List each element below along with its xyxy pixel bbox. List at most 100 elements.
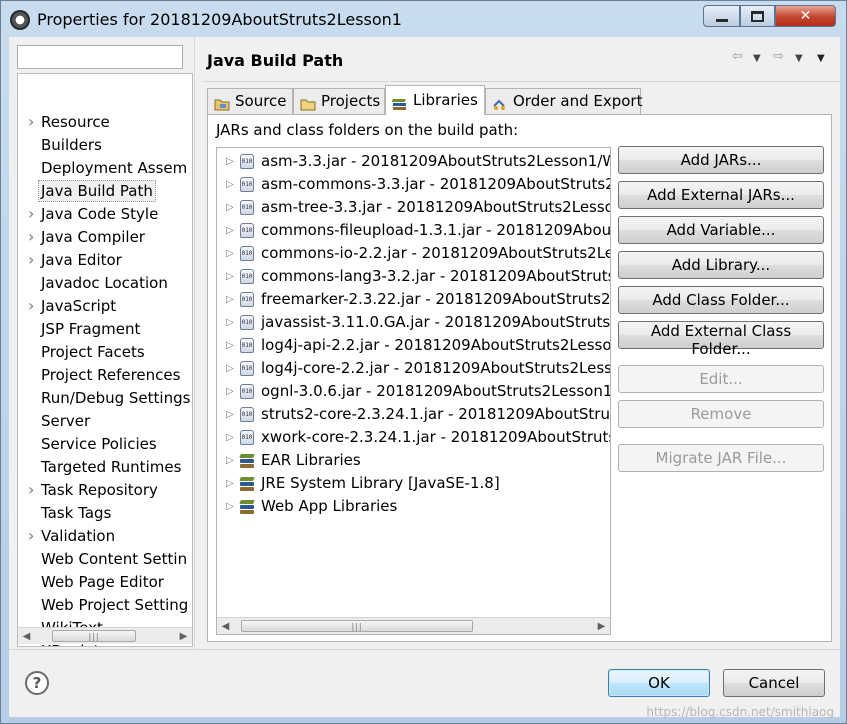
close-button[interactable]: ✕ bbox=[775, 5, 836, 27]
forward-arrow-icon[interactable]: ⇨ bbox=[773, 49, 784, 67]
nav-item[interactable]: › Task Repository bbox=[18, 479, 192, 501]
nav-item[interactable]: Java Build Path bbox=[18, 180, 192, 202]
expand-arrow-icon[interactable]: ▷ bbox=[226, 495, 234, 518]
library-entry[interactable]: ▷ Web App Libraries bbox=[217, 495, 610, 518]
nav-item[interactable]: Run/Debug Settings bbox=[18, 387, 192, 409]
nav-item[interactable]: Project Facets bbox=[18, 341, 192, 363]
tab-libraries[interactable]: Libraries bbox=[385, 85, 485, 115]
property-page-tree[interactable]: › Resource Builders Deployment Assem Java Bu… bbox=[17, 73, 193, 647]
scroll-right-icon[interactable]: ▶ bbox=[175, 628, 192, 644]
expand-arrow-icon[interactable]: ▷ bbox=[226, 426, 234, 449]
expand-arrow-icon[interactable]: ▷ bbox=[226, 334, 234, 357]
scroll-thumb[interactable]: ||| bbox=[52, 630, 136, 642]
scroll-left-icon[interactable]: ◀ bbox=[18, 628, 35, 644]
nav-item[interactable]: Web Content Settin bbox=[18, 548, 192, 570]
nav-item[interactable]: Web Page Editor bbox=[18, 571, 192, 593]
title-bar[interactable]: Properties for 20181209AboutStruts2Lesso… bbox=[1, 1, 846, 37]
nav-item[interactable]: Project References bbox=[18, 364, 192, 386]
expand-arrow-icon[interactable]: ▷ bbox=[226, 288, 234, 311]
nav-item[interactable]: › Java Compiler bbox=[18, 226, 192, 248]
back-menu-chevron-icon[interactable]: ▼ bbox=[753, 53, 761, 71]
expand-arrow-icon[interactable]: › bbox=[28, 111, 38, 133]
add-jars-button[interactable]: Add JARs... bbox=[618, 146, 824, 174]
expand-arrow-icon[interactable]: ▷ bbox=[226, 265, 234, 288]
back-arrow-icon[interactable]: ⇦ bbox=[732, 49, 743, 67]
expand-arrow-icon[interactable]: › bbox=[28, 249, 38, 271]
maximize-button[interactable] bbox=[740, 5, 775, 27]
jar-entry[interactable]: ▷ 010 asm-3.3.jar - 20181209AboutStruts2Le… bbox=[217, 150, 610, 173]
expand-arrow-icon[interactable]: › bbox=[28, 525, 38, 547]
nav-item[interactable]: Builders bbox=[18, 134, 192, 156]
expand-arrow-icon[interactable]: ▷ bbox=[226, 380, 234, 403]
nav-tree-hscrollbar[interactable]: ◀ ||| ▶ bbox=[18, 627, 192, 644]
nav-item[interactable]: › JavaScript bbox=[18, 295, 192, 317]
nav-item[interactable]: Server bbox=[18, 410, 192, 432]
jar-entry[interactable]: ▷ 010 log4j-core-2.2.jar - 20181209AboutSt… bbox=[217, 357, 610, 380]
filter-input[interactable] bbox=[17, 45, 183, 69]
jar-entry[interactable]: ▷ 010 ognl-3.0.6.jar - 20181209AboutStruts… bbox=[217, 380, 610, 403]
jar-entry[interactable]: ▷ 010 commons-io-2.2.jar - 20181209AboutSt… bbox=[217, 242, 610, 265]
libraries-hscrollbar[interactable]: ◀ ||| ▶ bbox=[217, 617, 610, 634]
libraries-tree[interactable]: ▷ 010 asm-3.3.jar - 20181209AboutStruts2Le… bbox=[216, 147, 611, 635]
forward-menu-chevron-icon[interactable]: ▼ bbox=[795, 53, 803, 71]
expand-arrow-icon[interactable]: ▷ bbox=[226, 403, 234, 426]
expand-arrow-icon[interactable]: › bbox=[28, 295, 38, 317]
cancel-button[interactable]: Cancel bbox=[723, 669, 825, 697]
nav-item[interactable]: Task Tags bbox=[18, 502, 192, 524]
nav-item[interactable]: Deployment Assem bbox=[18, 157, 192, 179]
jar-entry[interactable]: ▷ 010 asm-commons-3.3.jar - 20181209AboutS… bbox=[217, 173, 610, 196]
jar-glyph: 010 bbox=[240, 292, 254, 307]
expand-arrow-icon[interactable]: › bbox=[28, 226, 38, 248]
expand-arrow-icon[interactable]: ▷ bbox=[226, 242, 234, 265]
expand-arrow-icon[interactable]: ▷ bbox=[226, 150, 234, 173]
ok-button[interactable]: OK bbox=[608, 669, 710, 697]
expand-arrow-icon[interactable]: › bbox=[28, 479, 38, 501]
add-external-class-folder-button[interactable]: Add External Class Folder... bbox=[618, 321, 824, 358]
library-entry[interactable]: ▷ EAR Libraries bbox=[217, 449, 610, 472]
nav-item[interactable]: › Java Code Style bbox=[18, 203, 192, 225]
minimize-button[interactable] bbox=[703, 5, 740, 27]
jar-entry[interactable]: ▷ 010 xwork-core-2.3.24.1.jar - 20181209Ab… bbox=[217, 426, 610, 449]
expand-arrow-icon[interactable]: ▷ bbox=[226, 196, 234, 219]
add-external-jars-button[interactable]: Add External JARs... bbox=[618, 181, 824, 209]
nav-item[interactable]: Javadoc Location bbox=[18, 272, 192, 294]
add-variable-button[interactable]: Add Variable... bbox=[618, 216, 824, 244]
tab-source[interactable]: Source bbox=[207, 88, 293, 114]
tab-projects[interactable]: Projects bbox=[293, 88, 385, 114]
jar-entry[interactable]: ▷ 010 freemarker-2.3.22.jar - 20181209Abou… bbox=[217, 288, 611, 311]
library-label: freemarker-2.3.22.jar - 20181209AboutStr… bbox=[261, 290, 611, 308]
scroll-thumb[interactable]: ||| bbox=[241, 620, 473, 632]
library-entry[interactable]: ▷ JRE System Library [JavaSE-1.8] bbox=[217, 472, 610, 495]
tab-order-and-export[interactable]: Order and Export bbox=[485, 88, 643, 114]
add-class-folder-button[interactable]: Add Class Folder... bbox=[618, 286, 824, 314]
library-label: commons-fileupload-1.3.1.jar - 20181209A… bbox=[261, 221, 611, 239]
expand-arrow-icon[interactable]: ▷ bbox=[226, 472, 234, 495]
expand-arrow-icon[interactable]: ▷ bbox=[226, 311, 234, 334]
nav-item[interactable]: JSP Fragment bbox=[18, 318, 192, 340]
jar-entry[interactable]: ▷ 010 commons-fileupload-1.3.1.jar - 20181… bbox=[217, 219, 611, 242]
nav-item-label: Run/Debug Settings bbox=[41, 389, 191, 407]
help-button[interactable]: ? bbox=[25, 671, 49, 695]
nav-item[interactable]: Web Project Setting bbox=[18, 594, 192, 616]
jar-entry[interactable]: ▷ 010 struts2-core-2.3.24.1.jar - 20181209… bbox=[217, 403, 610, 426]
scroll-right-icon[interactable]: ▶ bbox=[593, 618, 610, 634]
expand-arrow-icon[interactable]: ▷ bbox=[226, 173, 234, 196]
nav-item[interactable]: › Validation bbox=[18, 525, 192, 547]
pane-splitter[interactable] bbox=[194, 37, 195, 649]
jar-entry[interactable]: ▷ 010 log4j-api-2.2.jar - 20181209AboutStr… bbox=[217, 334, 610, 357]
nav-item[interactable]: Targeted Runtimes bbox=[18, 456, 192, 478]
expand-arrow-icon[interactable]: ▷ bbox=[226, 449, 234, 472]
expand-arrow-icon[interactable]: ▷ bbox=[226, 219, 234, 242]
nav-item[interactable]: › Resource bbox=[18, 111, 192, 133]
nav-item-label: Resource bbox=[41, 113, 110, 131]
jar-entry[interactable]: ▷ 010 asm-tree-3.3.jar - 20181209AboutStru… bbox=[217, 196, 610, 219]
expand-arrow-icon[interactable]: ▷ bbox=[226, 357, 234, 380]
add-library-button[interactable]: Add Library... bbox=[618, 251, 824, 279]
jar-entry[interactable]: ▷ 010 javassist-3.11.0.GA.jar - 20181209Ab… bbox=[217, 311, 610, 334]
scroll-left-icon[interactable]: ◀ bbox=[217, 618, 234, 634]
expand-arrow-icon[interactable]: › bbox=[28, 203, 38, 225]
nav-item[interactable]: › Java Editor bbox=[18, 249, 192, 271]
view-menu-chevron-icon[interactable]: ▼ bbox=[817, 53, 825, 71]
jar-entry[interactable]: ▷ 010 commons-lang3-3.2.jar - 20181209Abou… bbox=[217, 265, 610, 288]
nav-item[interactable]: Service Policies bbox=[18, 433, 192, 455]
